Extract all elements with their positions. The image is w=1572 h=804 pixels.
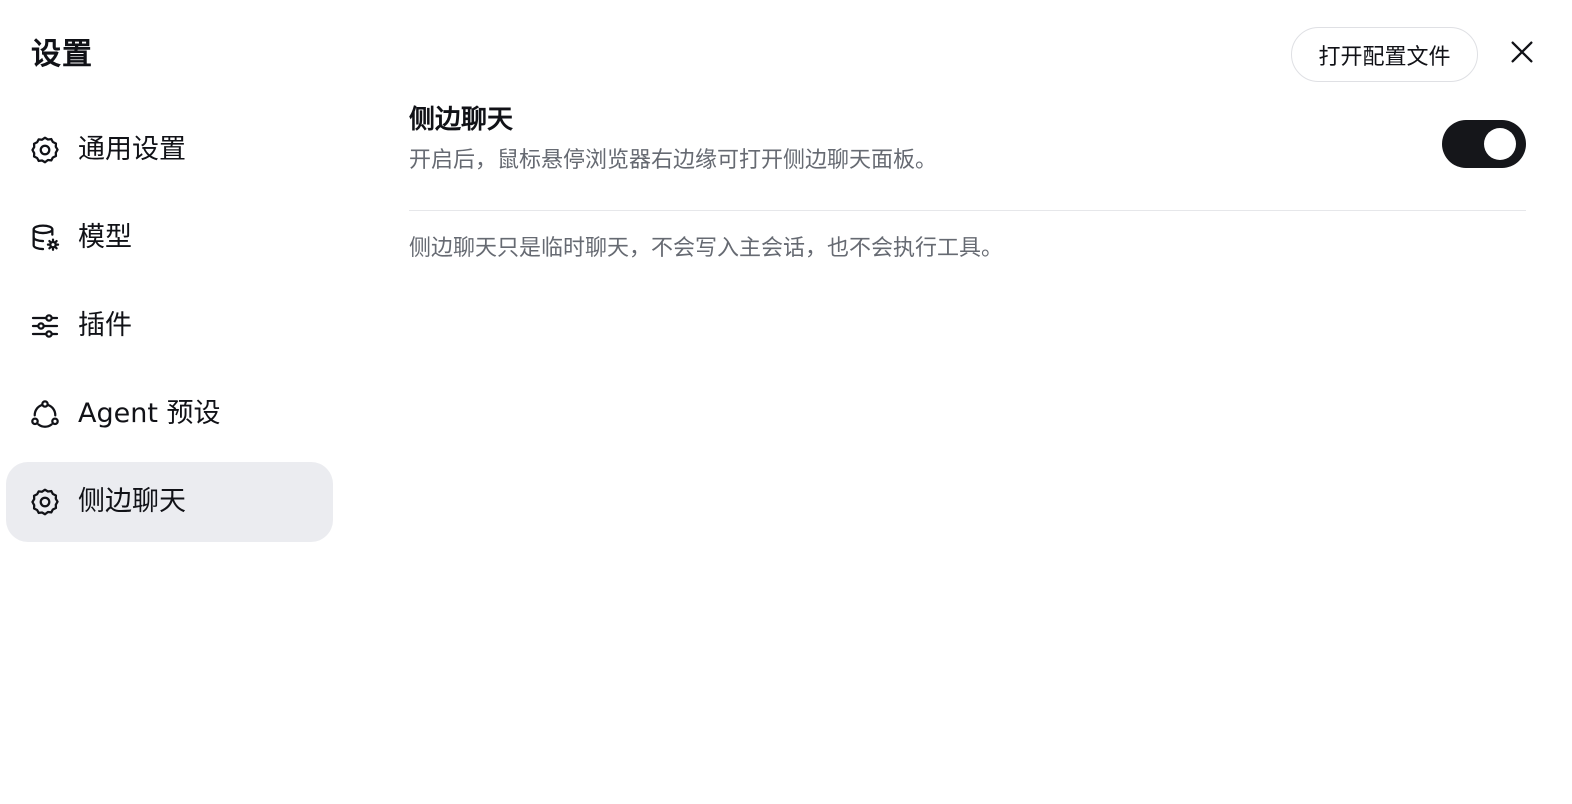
open-config-file-button[interactable]: 打开配置文件 — [1291, 27, 1478, 82]
sidebar-item-label: Agent 预设 — [78, 398, 221, 429]
close-button[interactable] — [1502, 34, 1542, 74]
sidebar-item-general[interactable]: 通用设置 — [6, 110, 333, 190]
database-settings-icon — [28, 221, 62, 255]
sidebar-item-plugins[interactable]: 插件 — [6, 286, 333, 366]
agent-nodes-icon — [28, 397, 62, 431]
toggle-knob — [1484, 128, 1516, 160]
divider — [409, 210, 1526, 211]
settings-sidebar: 通用设置 模型 插件 Agent 预设 侧边聊天 — [6, 110, 333, 550]
side-chat-note: 侧边聊天只是临时聊天，不会写入主会话，也不会执行工具。 — [409, 236, 1004, 261]
sidebar-item-agent-presets[interactable]: Agent 预设 — [6, 374, 333, 454]
section-title: 侧边聊天 — [409, 105, 514, 135]
close-icon — [1508, 38, 1536, 70]
settings-title: 设置 — [31, 37, 93, 72]
sidebar-item-models[interactable]: 模型 — [6, 198, 333, 278]
gear-icon — [28, 485, 62, 519]
sidebar-item-side-chat[interactable]: 侧边聊天 — [6, 462, 333, 542]
sidebar-item-label: 通用设置 — [78, 134, 186, 165]
section-description: 开启后，鼠标悬停浏览器右边缘可打开侧边聊天面板。 — [409, 148, 938, 173]
gear-icon — [28, 133, 62, 167]
sidebar-item-label: 插件 — [78, 310, 132, 341]
sidebar-item-label: 模型 — [78, 222, 132, 253]
sidebar-item-label: 侧边聊天 — [78, 486, 186, 517]
side-chat-toggle[interactable] — [1442, 120, 1526, 168]
settings-content: 侧边聊天 开启后，鼠标悬停浏览器右边缘可打开侧边聊天面板。 侧边聊天只是临时聊天… — [409, 100, 1526, 261]
sliders-icon — [28, 309, 62, 343]
